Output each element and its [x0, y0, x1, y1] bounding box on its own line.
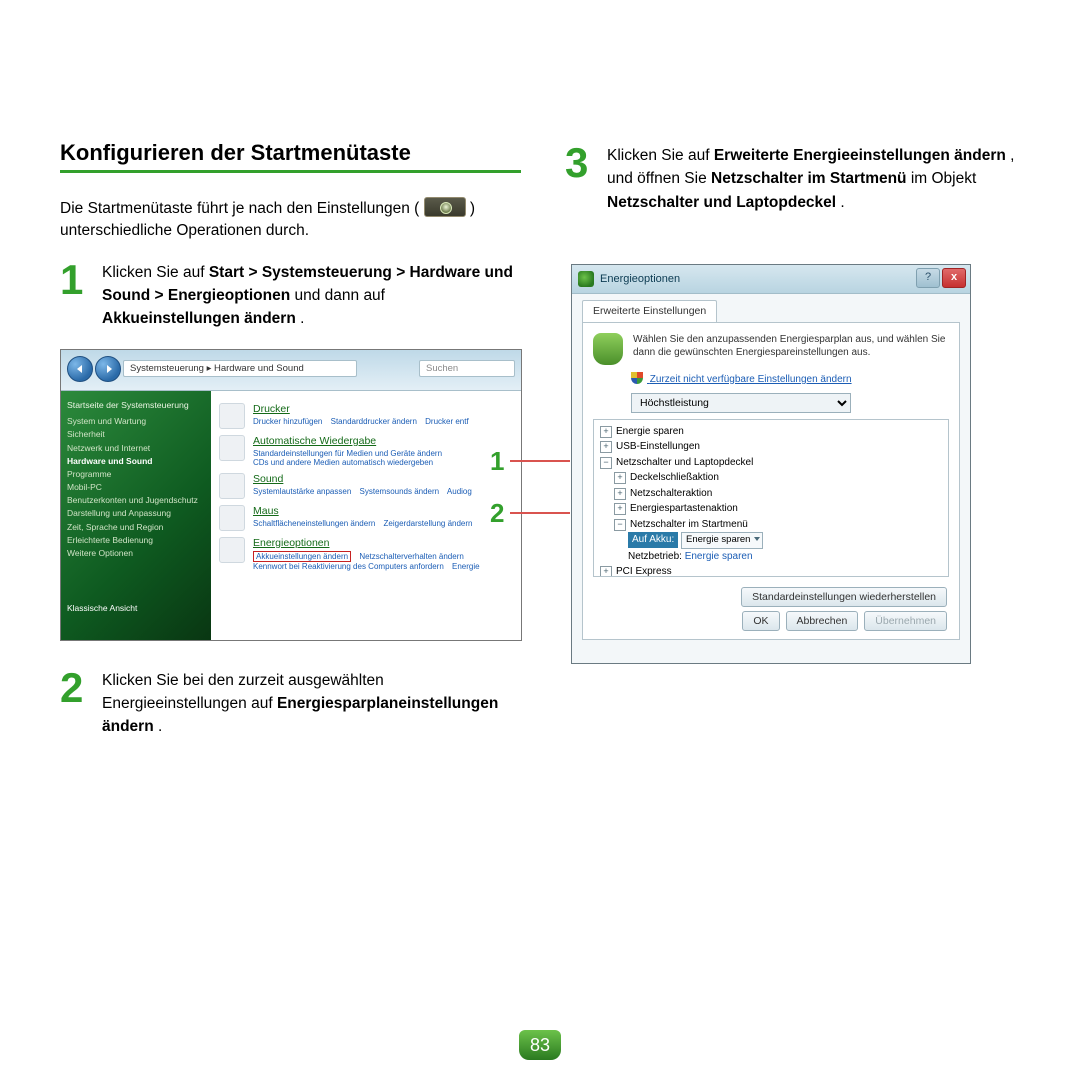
cp-cat-subs: Drucker hinzufügen Standarddrucker änder…: [253, 417, 475, 426]
dialog-tabbar: Erweiterte Einstellungen: [572, 294, 970, 322]
tab-advanced[interactable]: Erweiterte Einstellungen: [582, 300, 717, 322]
cp-sidebar-item-active[interactable]: Hardware und Sound: [67, 455, 205, 468]
cp-cat-title[interactable]: Maus: [253, 505, 479, 517]
dialog-description: Wählen Sie den anzupassenden Energiespar…: [633, 333, 949, 365]
cp-sidebar-item[interactable]: System und Wartung: [67, 415, 205, 428]
cp-cat-title[interactable]: Sound: [253, 473, 478, 485]
cp-cat-subs: Standardeinstellungen für Medien und Ger…: [253, 449, 448, 467]
cp-category: Energieoptionen Akkueinstellungen ändern…: [219, 537, 521, 571]
cp-cat-title[interactable]: Energieoptionen: [253, 537, 486, 549]
step-number: 3: [565, 144, 595, 182]
tree-selected-label: Auf Akku:: [628, 532, 678, 548]
on-power-value[interactable]: Energie sparen: [685, 551, 753, 562]
tree-net-label: Netzbetrieb:: [628, 551, 682, 562]
cp-sidebar-item[interactable]: Erleichterte Bedienung: [67, 534, 205, 547]
cp-cat-subs: Akkueinstellungen ändern Netzschalterver…: [253, 551, 486, 571]
restore-defaults-button[interactable]: Standardeinstellungen wiederherstellen: [741, 587, 947, 607]
highlight-akkueinstellungen[interactable]: Akkueinstellungen ändern: [253, 551, 351, 562]
callout-label-1: 1: [490, 446, 570, 477]
apply-button[interactable]: Übernehmen: [864, 611, 947, 631]
energy-dialog-icon: [578, 271, 594, 287]
tree-node[interactable]: Deckelschließaktion: [630, 472, 719, 483]
tree-node[interactable]: USB-Einstellungen: [616, 441, 700, 452]
step-number: 1: [60, 261, 90, 299]
dialog-titlebar: Energieoptionen ? x: [572, 265, 970, 294]
nav-buttons: [67, 356, 121, 382]
tree-node[interactable]: Netzschalteraktion: [630, 488, 712, 499]
energy-options-dialog: Energieoptionen ? x Erweiterte Einstellu…: [571, 264, 971, 664]
on-battery-combo[interactable]: Energie sparen: [681, 532, 763, 549]
cp-cat-subs: Systemlautstärke anpassen Systemsounds ä…: [253, 487, 478, 496]
tree-node[interactable]: PCI Express: [616, 566, 672, 576]
page-number-badge: 83: [519, 1030, 561, 1060]
help-button[interactable]: ?: [916, 268, 940, 288]
sound-icon: [219, 473, 245, 499]
cp-category: Drucker Drucker hinzufügen Standarddruck…: [219, 403, 521, 429]
cp-sidebar-item[interactable]: Netzwerk und Internet: [67, 442, 205, 455]
cp-sidebar-item[interactable]: Mobil-PC: [67, 481, 205, 494]
cp-sidebar-item[interactable]: Zeit, Sprache und Region: [67, 521, 205, 534]
search-input[interactable]: Suchen: [419, 360, 515, 377]
step-2: 2 Klicken Sie bei den zurzeit ausgewählt…: [60, 669, 521, 739]
step-3-text: Klicken Sie auf Erweiterte Energieeinste…: [607, 144, 1026, 214]
cp-sidebar-item[interactable]: Sicherheit: [67, 428, 205, 441]
tree-node[interactable]: Energie sparen: [616, 426, 684, 437]
unavailable-settings-link[interactable]: Zurzeit nicht verfügbare Einstellungen ä…: [631, 372, 852, 385]
callout-line-icon: [510, 460, 570, 462]
close-button[interactable]: x: [942, 268, 966, 288]
forward-button-icon[interactable]: [95, 356, 121, 382]
step-number: 2: [60, 669, 90, 707]
cp-toolbar: Systemsteuerung ▸ Hardware und Sound Suc…: [61, 350, 521, 391]
cp-cat-title[interactable]: Automatische Wiedergabe: [253, 435, 448, 447]
cancel-button[interactable]: Abbrechen: [786, 611, 859, 631]
cp-sidebar-home[interactable]: Startseite der Systemsteuerung: [67, 399, 205, 412]
tree-node-netzschalter-laptopdeckel[interactable]: Netzschalter und Laptopdeckel: [616, 457, 753, 468]
step-1: 1 Klicken Sie auf Start > Systemsteuerun…: [60, 261, 521, 331]
cp-cat-subs: Schaltflächeneinstellungen ändern Zeiger…: [253, 519, 479, 528]
callout-line-icon: [510, 512, 570, 514]
step-3: 3 Klicken Sie auf Erweiterte Energieeins…: [565, 144, 1026, 214]
power-button-icon: [424, 197, 466, 217]
cp-sidebar-item[interactable]: Weitere Optionen: [67, 547, 205, 560]
control-panel-screenshot: Systemsteuerung ▸ Hardware und Sound Suc…: [60, 349, 522, 641]
energy-icon: [219, 537, 245, 563]
tree-node-netzschalter-startmenu[interactable]: Netzschalter im Startmenü: [630, 519, 748, 530]
cp-main: Drucker Drucker hinzufügen Standarddruck…: [211, 391, 521, 641]
cp-category: Maus Schaltflächeneinstellungen ändern Z…: [219, 505, 521, 531]
cp-sidebar-item[interactable]: Programme: [67, 468, 205, 481]
mouse-icon: [219, 505, 245, 531]
cp-sidebar-item[interactable]: Darstellung und Anpassung: [67, 507, 205, 520]
settings-tree[interactable]: +Energie sparen +USB-Einstellungen −Netz…: [593, 419, 949, 577]
cp-sidebar: Startseite der Systemsteuerung System un…: [61, 391, 211, 641]
shield-icon: [631, 372, 643, 384]
dialog-title: Energieoptionen: [600, 273, 680, 285]
intro-before: Die Startmenütaste führt je nach den Ein…: [60, 200, 419, 217]
autoplay-icon: [219, 435, 245, 461]
dialog-body: Wählen Sie den anzupassenden Energiespar…: [582, 322, 960, 640]
back-button-icon[interactable]: [67, 356, 93, 382]
energy-options-screenshot-wrap: 1 2 Energieoptionen ? x Erweiterte Einst…: [565, 264, 1026, 664]
step-1-text: Klicken Sie auf Start > Systemsteuerung …: [102, 261, 521, 331]
section-rule: [60, 170, 521, 173]
cp-cat-title[interactable]: Drucker: [253, 403, 475, 415]
section-title: Konfigurieren der Startmenütaste: [60, 140, 521, 166]
callout-label-2: 2: [490, 498, 570, 529]
cp-classic-view[interactable]: Klassische Ansicht: [67, 602, 205, 615]
ok-button[interactable]: OK: [742, 611, 779, 631]
power-plan-select[interactable]: Höchstleistung: [631, 393, 851, 413]
breadcrumb[interactable]: Systemsteuerung ▸ Hardware und Sound: [123, 360, 357, 377]
intro-paragraph: Die Startmenütaste führt je nach den Ein…: [60, 197, 521, 243]
step-2-text: Klicken Sie bei den zurzeit ausgewählten…: [102, 669, 521, 739]
printer-icon: [219, 403, 245, 429]
cp-category: Sound Systemlautstärke anpassen Systemso…: [219, 473, 521, 499]
cp-sidebar-item[interactable]: Benutzerkonten und Jugendschutz: [67, 494, 205, 507]
tree-node[interactable]: Energiespartastenaktion: [630, 503, 738, 514]
cp-category: Automatische Wiedergabe Standardeinstell…: [219, 435, 521, 467]
lamp-icon: [593, 333, 623, 365]
